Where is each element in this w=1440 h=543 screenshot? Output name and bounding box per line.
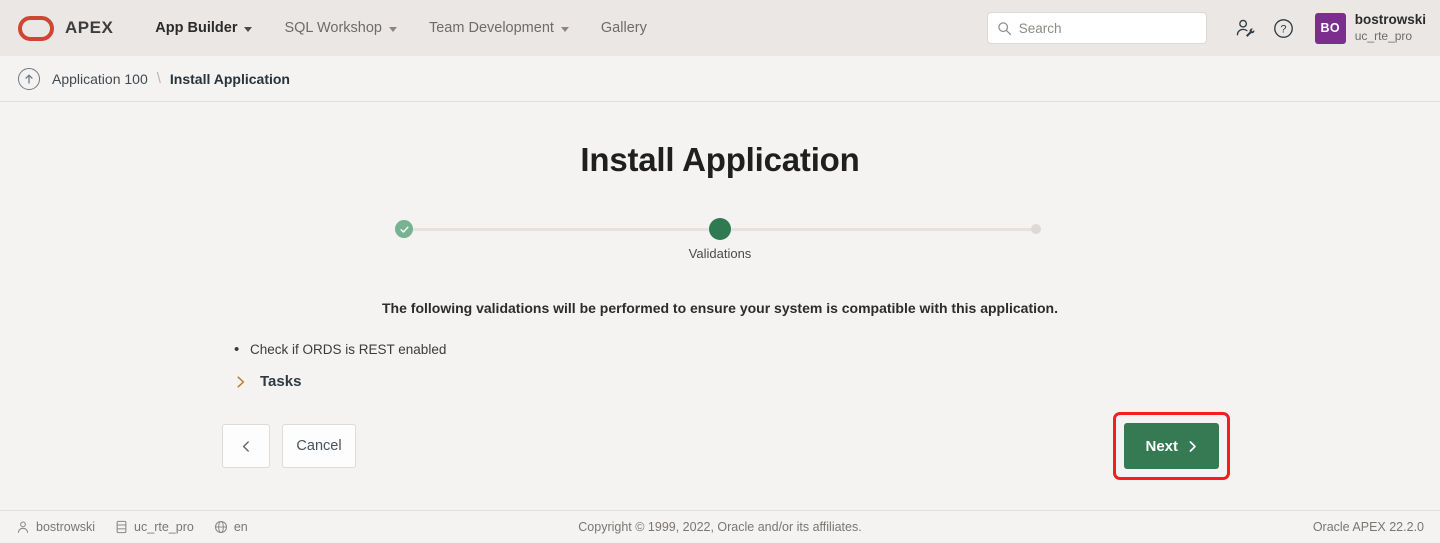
chevron-right-icon [235, 375, 247, 389]
progress-steps: Validations [395, 218, 1044, 261]
footer-left-group: bostrowski uc_rte_pro en [16, 520, 248, 534]
footer-version: Oracle APEX 22.2.0 [1312, 520, 1424, 534]
current-step-dot [709, 218, 731, 240]
breadcrumb-separator: \ [156, 70, 161, 87]
nav-item-label: App Builder [155, 20, 238, 36]
app-footer: bostrowski uc_rte_pro en Copyright © 199… [0, 510, 1440, 543]
avatar: BO [1314, 12, 1346, 44]
search-input[interactable] [1018, 20, 1197, 36]
nav-item-gallery[interactable]: Gallery [585, 0, 663, 56]
user-name: bostrowski [1354, 12, 1426, 28]
validations-description: The following validations will be perfor… [382, 300, 1058, 316]
user-icon [16, 520, 30, 534]
nav-item-label: SQL Workshop [284, 20, 382, 36]
pending-step-dot [1031, 224, 1041, 234]
svg-text:?: ? [1281, 23, 1287, 35]
header-right-tools: ? BO bostrowski uc_rte_pro [986, 9, 1426, 47]
apex-ring-icon [18, 15, 54, 41]
footer-language-label: en [233, 520, 248, 534]
footer-user-label: bostrowski [36, 520, 96, 534]
user-info: bostrowski uc_rte_pro [1355, 12, 1426, 44]
footer-user[interactable]: bostrowski [16, 520, 95, 534]
chevron-down-icon [244, 26, 253, 32]
next-button[interactable]: Next [1124, 423, 1219, 469]
progress-step-3[interactable] [1031, 220, 1041, 234]
search-icon [997, 21, 1012, 36]
footer-schema[interactable]: uc_rte_pro [115, 520, 194, 534]
tasks-region-toggle[interactable]: Tasks [235, 373, 301, 390]
validations-block: Check if ORDS is REST enabled Tasks [232, 341, 1440, 390]
database-icon [115, 520, 128, 534]
validations-list: Check if ORDS is REST enabled [232, 341, 1440, 358]
cancel-button[interactable]: Cancel [282, 424, 356, 468]
progress-step-1[interactable] [395, 220, 413, 238]
brand-name: APEX [65, 18, 114, 37]
nav-item-label: Gallery [600, 20, 647, 36]
apex-install-application-page: APEX App Builder SQL Workshop Team Devel… [0, 0, 1440, 543]
chevron-down-icon [388, 26, 397, 32]
breadcrumb-item-current: Install Application [169, 70, 290, 87]
next-button-label: Next [1145, 437, 1178, 455]
list-item: Check if ORDS is REST enabled [232, 341, 1440, 358]
nav-item-sql-workshop[interactable]: SQL Workshop [268, 0, 413, 56]
main-navigation: App Builder SQL Workshop Team Developmen… [139, 0, 663, 56]
user-menu[interactable]: BO bostrowski uc_rte_pro [1314, 12, 1426, 44]
progress-step-2[interactable]: Validations [689, 218, 751, 261]
breadcrumb: Application 100 \ Install Application [0, 56, 1440, 102]
nav-item-app-builder[interactable]: App Builder [139, 0, 268, 56]
globe-icon [214, 520, 228, 534]
next-button-highlight-wrapper: Next [1113, 412, 1230, 480]
page-title: Install Application [580, 141, 860, 178]
tasks-label: Tasks [260, 373, 302, 390]
help-icon[interactable]: ? [1265, 9, 1303, 47]
footer-schema-label: uc_rte_pro [134, 520, 194, 534]
breadcrumb-item-application[interactable]: Application 100 [52, 71, 148, 87]
account-admin-icon[interactable] [1227, 9, 1265, 47]
check-icon [395, 220, 413, 238]
nav-item-team-development[interactable]: Team Development [413, 0, 585, 56]
search-box[interactable] [986, 12, 1207, 44]
user-workspace: uc_rte_pro [1354, 28, 1413, 43]
chevron-right-icon [1187, 440, 1198, 453]
chevron-left-icon [241, 440, 252, 453]
progress-step-label: Validations [688, 246, 752, 261]
main-content: Install Application Validations The foll… [0, 102, 1440, 510]
chevron-down-icon [560, 26, 569, 32]
wizard-button-bar: Cancel Next [0, 412, 1440, 480]
app-header: APEX App Builder SQL Workshop Team Devel… [0, 0, 1440, 56]
apex-logo[interactable]: APEX [18, 15, 114, 41]
previous-button[interactable] [222, 424, 270, 468]
footer-language[interactable]: en [214, 520, 248, 534]
arrow-up-circle-icon[interactable] [18, 67, 40, 90]
nav-item-label: Team Development [428, 20, 554, 36]
